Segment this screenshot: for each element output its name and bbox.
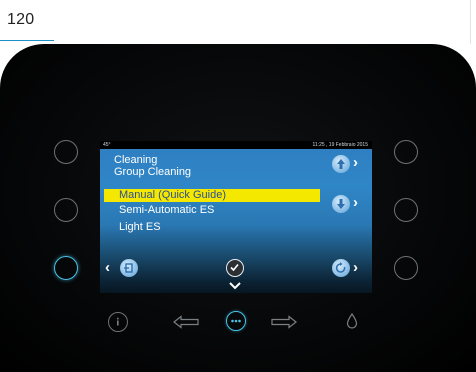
refresh-icon: [335, 262, 346, 273]
screen-subtitle: Group Cleaning: [114, 166, 192, 178]
menu-item-manual[interactable]: Manual (Quick Guide): [104, 189, 320, 202]
arrow-right-icon[interactable]: [270, 315, 298, 329]
more-button[interactable]: [226, 311, 246, 331]
right-button-middle[interactable]: [394, 198, 418, 222]
right-button-bottom[interactable]: [394, 256, 418, 280]
scroll-down-button[interactable]: [332, 195, 350, 213]
info-icon: [117, 317, 119, 326]
info-button[interactable]: [108, 312, 128, 332]
page-edge-rule: [470, 0, 471, 44]
right-button-top[interactable]: [394, 140, 418, 164]
menu-item-semi-automatic[interactable]: Semi-Automatic ES: [104, 204, 320, 217]
status-datetime: 11:25 , 19 Febbraio 2015: [312, 142, 368, 148]
chevron-right-icon: ›: [353, 194, 358, 211]
scroll-up-button[interactable]: [332, 155, 350, 173]
refresh-button[interactable]: [332, 259, 350, 277]
exit-door-icon: [124, 263, 133, 273]
screen-title: Cleaning: [114, 154, 158, 166]
arrow-left-icon[interactable]: [172, 315, 200, 329]
left-button-middle[interactable]: [54, 198, 78, 222]
back-button[interactable]: [120, 259, 138, 277]
page-number: 120: [7, 11, 35, 28]
arrow-up-icon: [337, 159, 345, 169]
page-number-rule: [0, 40, 54, 41]
chevron-right-icon: ›: [353, 154, 358, 171]
chevron-down-icon: [229, 282, 241, 290]
chevron-left-icon: ‹: [105, 259, 110, 276]
menu-item-light[interactable]: Light ES: [104, 221, 320, 234]
chevron-right-icon: ›: [353, 259, 358, 276]
more-dots-icon: [231, 319, 241, 323]
checkmark-icon: [230, 263, 239, 272]
status-bar: 45° 11:25 , 19 Febbraio 2015: [100, 141, 372, 149]
status-temperature: 45°: [103, 142, 111, 148]
display-screen: 45° 11:25 , 19 Febbraio 2015 Cleaning Gr…: [100, 141, 372, 293]
left-button-bottom[interactable]: [54, 256, 78, 280]
water-drop-icon[interactable]: [346, 312, 358, 330]
arrow-down-icon: [337, 199, 345, 209]
confirm-button[interactable]: [226, 259, 244, 277]
left-button-top[interactable]: [54, 140, 78, 164]
